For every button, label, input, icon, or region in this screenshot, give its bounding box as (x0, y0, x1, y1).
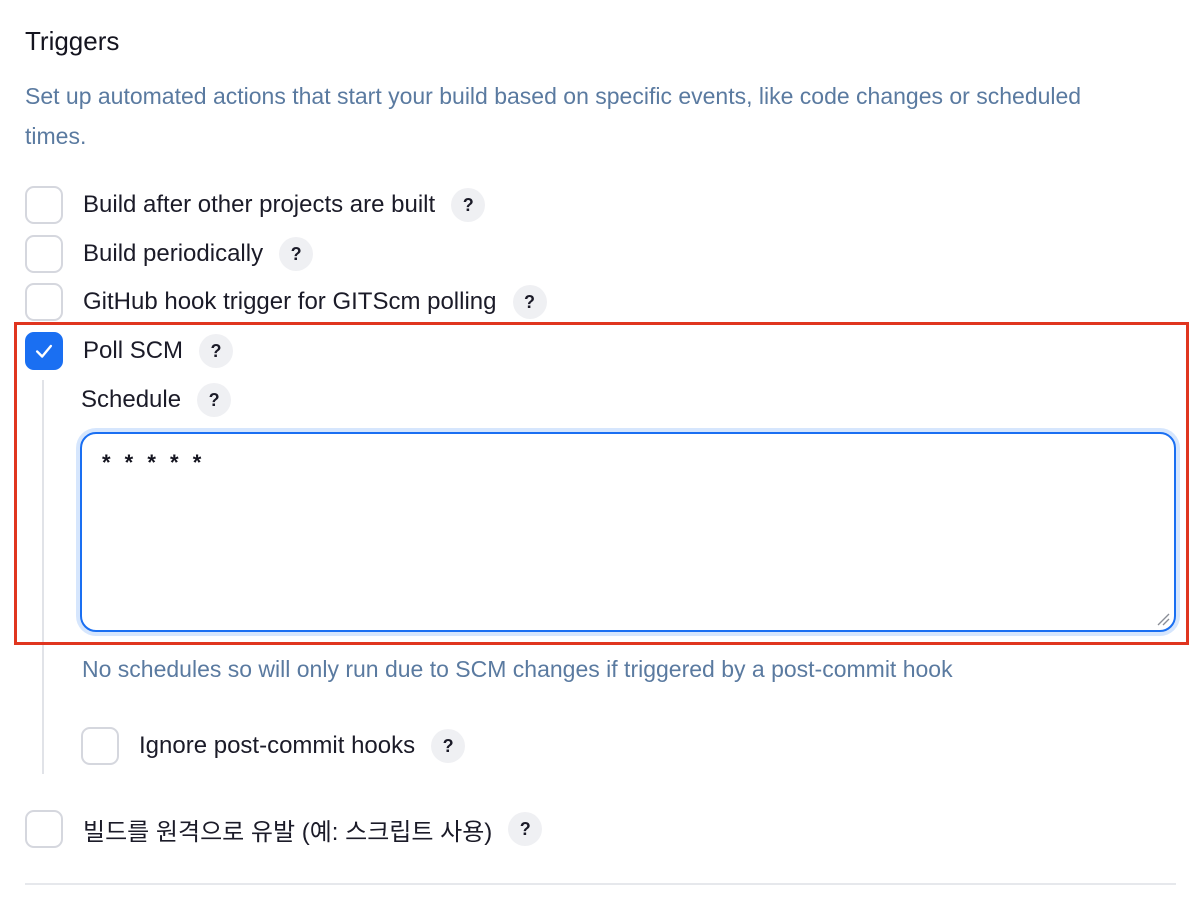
help-icon[interactable]: ? (508, 812, 543, 846)
trigger-label[interactable]: Poll SCM (83, 337, 183, 365)
check-icon (35, 344, 53, 358)
checkbox-github-hook[interactable] (25, 283, 63, 321)
checkbox-ignore-post-commit-hooks[interactable] (81, 727, 119, 765)
ignore-post-commit-hooks-option: Ignore post-commit hooks ? (81, 726, 466, 766)
section-divider (25, 883, 1176, 885)
schedule-textarea[interactable] (82, 434, 1174, 630)
nested-options-guide-line (42, 380, 44, 774)
trigger-remote-build: 빌드를 원격으로 유발 (예: 스크립트 사용) ? (25, 809, 543, 849)
resize-grip-icon[interactable] (1156, 612, 1170, 626)
trigger-poll-scm: Poll SCM ? (25, 331, 234, 371)
section-description: Set up automated actions that start your… (25, 83, 1082, 149)
ignore-hooks-label[interactable]: Ignore post-commit hooks (139, 732, 415, 760)
trigger-label[interactable]: 빌드를 원격으로 유발 (예: 스크립트 사용) (83, 812, 492, 847)
trigger-label[interactable]: Build periodically (83, 240, 263, 268)
checkbox-build-after-other-projects[interactable] (25, 186, 63, 224)
help-icon[interactable]: ? (431, 729, 466, 763)
help-icon[interactable]: ? (512, 285, 547, 319)
trigger-build-after-other-projects: Build after other projects are built ? (25, 185, 486, 225)
help-icon[interactable]: ? (197, 383, 232, 417)
checkbox-build-periodically[interactable] (25, 235, 63, 273)
schedule-textarea-container (80, 432, 1176, 632)
trigger-label[interactable]: GitHub hook trigger for GITScm polling (83, 288, 497, 316)
trigger-build-periodically: Build periodically ? (25, 234, 314, 274)
help-icon[interactable]: ? (279, 237, 314, 271)
help-icon[interactable]: ? (199, 334, 234, 368)
checkbox-remote-build[interactable] (25, 810, 63, 848)
schedule-note: No schedules so will only run due to SCM… (82, 656, 953, 682)
schedule-label: Schedule (81, 386, 182, 413)
schedule-label-row: Schedule ? (81, 380, 232, 420)
trigger-github-hook: GitHub hook trigger for GITScm polling ? (25, 282, 547, 322)
checkbox-poll-scm[interactable] (25, 332, 63, 370)
trigger-label[interactable]: Build after other projects are built (83, 191, 435, 219)
help-icon[interactable]: ? (451, 188, 486, 222)
section-title: Triggers (25, 26, 120, 56)
